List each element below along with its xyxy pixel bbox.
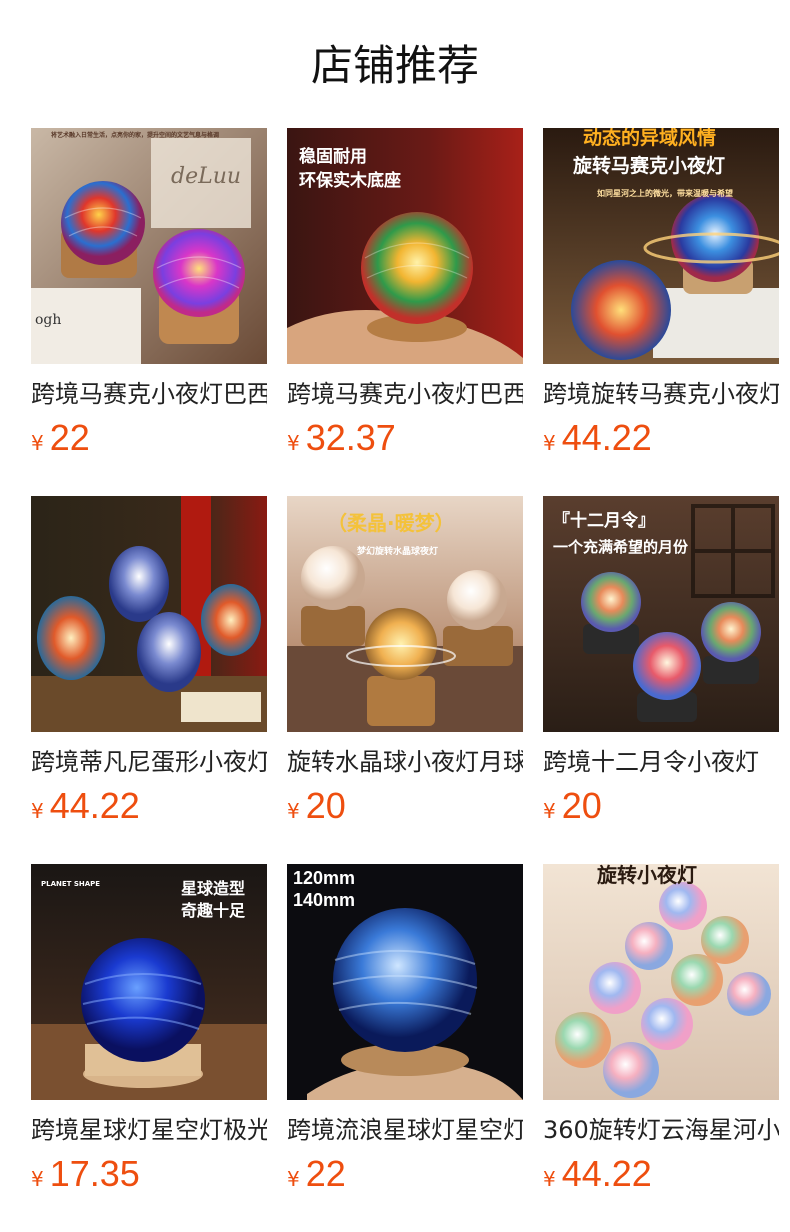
page-title: 店铺推荐 — [310, 41, 479, 90]
product-name[interactable]: 旋转水晶球小夜灯月球 — [287, 746, 523, 778]
product-image[interactable]: deLuu ogh 将艺术融入日常生活，点亮你的家，提升空间的文艺气息与格调 — [31, 128, 267, 364]
currency-symbol: ¥ — [287, 1167, 300, 1191]
product-card[interactable]: 120mm 140mm 跨境流浪星球灯星空灯 ¥22 — [287, 864, 523, 1208]
price-value: 44.22 — [49, 785, 140, 826]
product-card[interactable]: 跨境蒂凡尼蛋形小夜灯 ¥44.22 — [31, 496, 267, 840]
svg-text:奇趣十足: 奇趣十足 — [181, 901, 246, 920]
svg-text:旋转小夜灯: 旋转小夜灯 — [596, 864, 697, 887]
product-name[interactable]: 360旋转灯云海星河小 — [543, 1114, 779, 1146]
product-card[interactable]: （柔晶·暖梦） 梦幻旋转水晶球夜灯 旋转水晶球小夜灯月球 ¥20 — [287, 496, 523, 840]
price-value: 22 — [49, 417, 90, 458]
currency-symbol: ¥ — [543, 1167, 556, 1191]
svg-text:将艺术融入日常生活，点亮你的家，提升空间的文艺气息与格调: 将艺术融入日常生活，点亮你的家，提升空间的文艺气息与格调 — [51, 131, 219, 139]
svg-text:梦幻旋转水晶球夜灯: 梦幻旋转水晶球夜灯 — [357, 545, 438, 557]
svg-text:PLANET SHAPE: PLANET SHAPE — [41, 880, 100, 888]
svg-text:环保实木底座: 环保实木底座 — [299, 170, 401, 191]
product-image[interactable] — [31, 496, 267, 732]
product-name[interactable]: 跨境马赛克小夜灯巴西 — [287, 378, 523, 410]
svg-text:deLuu: deLuu — [171, 164, 241, 189]
product-price: ¥32.37 — [287, 416, 396, 460]
currency-symbol: ¥ — [31, 431, 44, 455]
product-card[interactable]: 旋转小夜灯 360旋转灯云海星河小 ¥44.22 — [543, 864, 779, 1208]
product-price: ¥20 — [287, 784, 346, 828]
currency-symbol: ¥ — [287, 799, 300, 823]
product-image[interactable]: 120mm 140mm — [287, 864, 523, 1100]
price-value: 32.37 — [305, 417, 396, 458]
svg-text:一个充满希望的月份: 一个充满希望的月份 — [553, 538, 689, 556]
product-price: ¥44.22 — [543, 416, 652, 460]
currency-symbol: ¥ — [543, 431, 556, 455]
product-price: ¥22 — [287, 1152, 346, 1196]
product-name[interactable]: 跨境十二月令小夜灯 — [543, 746, 779, 778]
product-card[interactable]: PLANET SHAPE 星球造型 奇趣十足 跨境星球灯星空灯极光 ¥17.35 — [31, 864, 267, 1208]
price-value: 44.22 — [561, 417, 652, 458]
product-price: ¥44.22 — [543, 1152, 652, 1196]
currency-symbol: ¥ — [287, 431, 300, 455]
svg-text:如同星河之上的微光，带来温暖与希望: 如同星河之上的微光，带来温暖与希望 — [597, 188, 733, 198]
product-card[interactable]: 『十二月令』 一个充满希望的月份 跨境十二月令小夜灯 ¥20 — [543, 496, 779, 840]
product-card[interactable]: 动态的异域风情 旋转马赛克小夜灯 如同星河之上的微光，带来温暖与希望 跨境旋转马… — [543, 128, 779, 472]
product-name[interactable]: 跨境星球灯星空灯极光 — [31, 1114, 267, 1146]
svg-text:（柔晶·暖梦）: （柔晶·暖梦） — [327, 511, 455, 535]
price-value: 17.35 — [49, 1153, 140, 1194]
product-grid: deLuu ogh 将艺术融入日常生活，点亮你的家，提升空间的文艺气息与格调 跨… — [31, 128, 779, 1208]
price-value: 44.22 — [561, 1153, 652, 1194]
currency-symbol: ¥ — [543, 799, 556, 823]
svg-text:稳固耐用: 稳固耐用 — [299, 146, 367, 167]
product-image[interactable]: 动态的异域风情 旋转马赛克小夜灯 如同星河之上的微光，带来温暖与希望 — [543, 128, 779, 364]
product-price: ¥22 — [31, 416, 90, 460]
product-image[interactable]: PLANET SHAPE 星球造型 奇趣十足 — [31, 864, 267, 1100]
svg-text:140mm: 140mm — [293, 890, 355, 910]
product-image[interactable]: 稳固耐用 环保实木底座 — [287, 128, 523, 364]
product-image[interactable]: （柔晶·暖梦） 梦幻旋转水晶球夜灯 — [287, 496, 523, 732]
svg-text:星球造型: 星球造型 — [181, 879, 245, 898]
svg-text:旋转马赛克小夜灯: 旋转马赛克小夜灯 — [572, 154, 725, 177]
product-price: ¥20 — [543, 784, 602, 828]
price-value: 22 — [305, 1153, 346, 1194]
svg-text:120mm: 120mm — [293, 868, 355, 888]
product-name[interactable]: 跨境马赛克小夜灯巴西 — [31, 378, 267, 410]
svg-text:动态的异域风情: 动态的异域风情 — [583, 128, 716, 149]
product-price: ¥17.35 — [31, 1152, 140, 1196]
product-image[interactable]: 『十二月令』 一个充满希望的月份 — [543, 496, 779, 732]
currency-symbol: ¥ — [31, 799, 44, 823]
price-value: 20 — [561, 785, 602, 826]
product-name[interactable]: 跨境旋转马赛克小夜灯 — [543, 378, 779, 410]
product-card[interactable]: 稳固耐用 环保实木底座 跨境马赛克小夜灯巴西 ¥32.37 — [287, 128, 523, 472]
product-image[interactable]: 旋转小夜灯 — [543, 864, 779, 1100]
product-name[interactable]: 跨境流浪星球灯星空灯 — [287, 1114, 523, 1146]
product-name[interactable]: 跨境蒂凡尼蛋形小夜灯 — [31, 746, 267, 778]
currency-symbol: ¥ — [31, 1167, 44, 1191]
price-value: 20 — [305, 785, 346, 826]
svg-text:ogh: ogh — [35, 312, 61, 328]
svg-text:『十二月令』: 『十二月令』 — [553, 510, 655, 531]
product-card[interactable]: deLuu ogh 将艺术融入日常生活，点亮你的家，提升空间的文艺气息与格调 跨… — [31, 128, 267, 472]
product-price: ¥44.22 — [31, 784, 140, 828]
